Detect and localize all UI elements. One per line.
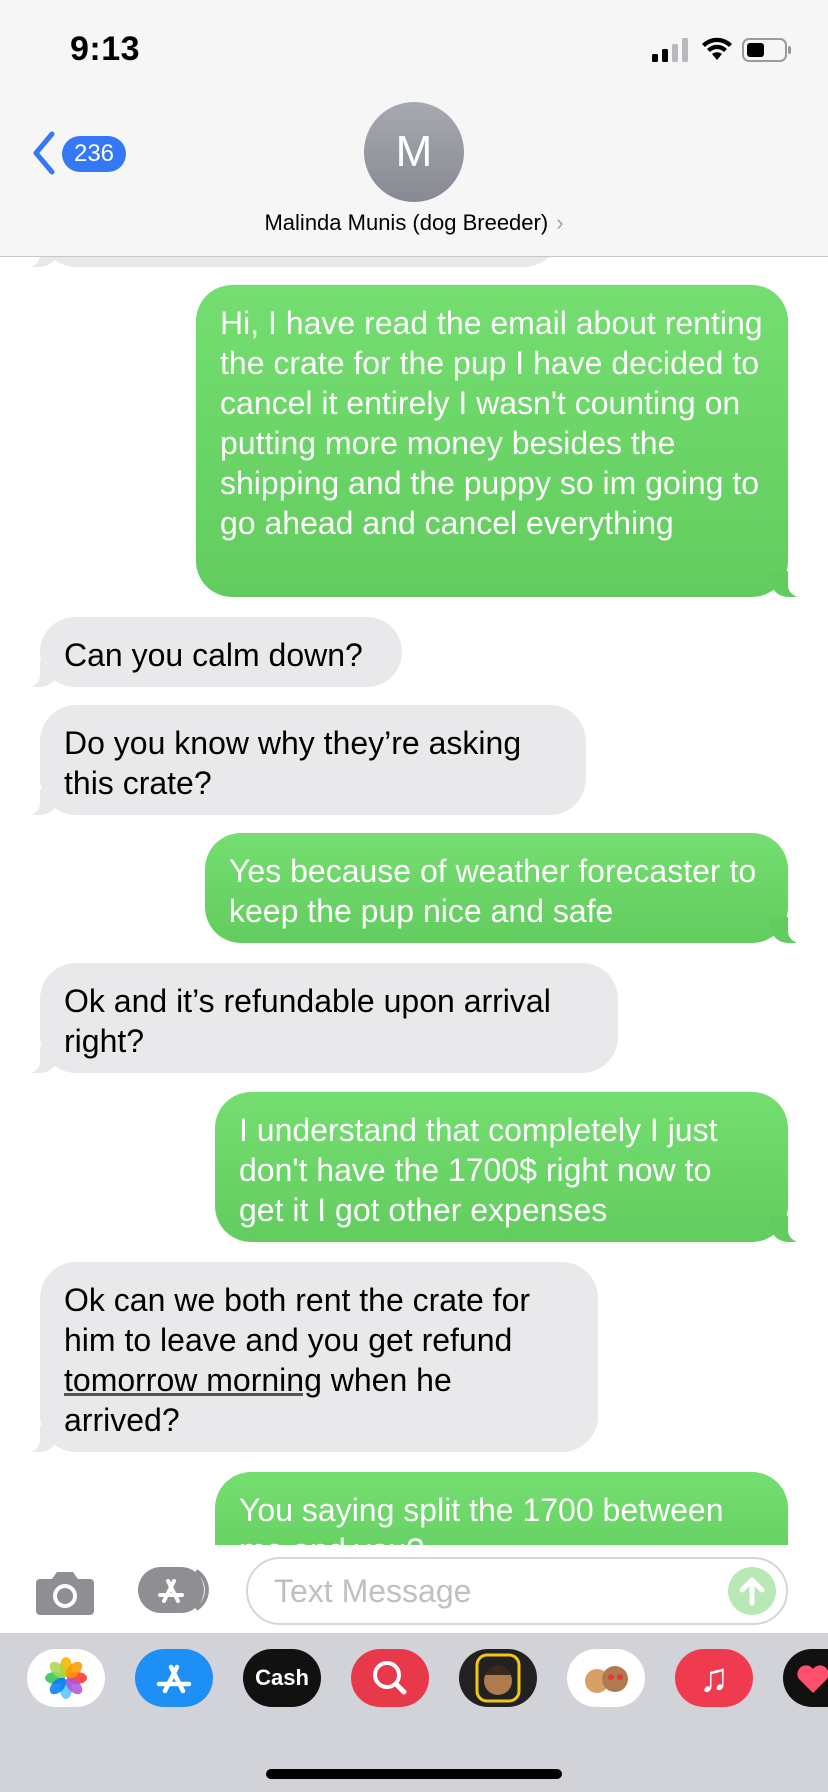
apple-cash-label: Cash xyxy=(255,1665,309,1690)
chevron-left-icon xyxy=(33,131,55,175)
message-input[interactable]: Text Message xyxy=(246,1557,788,1625)
message-bubble-incoming[interactable]: Can you calm down? xyxy=(26,617,402,687)
arrow-up-icon[interactable] xyxy=(728,1567,776,1615)
message-bubble-outgoing[interactable]: I understand that completely I just don'… xyxy=(215,1092,802,1242)
message-bubble-outgoing[interactable]: Yes because of weather forecaster to kee… xyxy=(205,833,802,943)
unread-count-badge: 236 xyxy=(62,136,126,172)
message-bubble-outgoing[interactable]: You saying split the 1700 between me and… xyxy=(215,1472,788,1545)
navigation-header: 9:13 236 M Malinda Munis (dog Breeder) › xyxy=(0,0,828,257)
message-bubble-incoming[interactable]: Ok and it’s refundable upon arrival righ… xyxy=(26,963,618,1073)
message-input-placeholder: Text Message xyxy=(274,1573,472,1609)
images-search-icon[interactable] xyxy=(351,1649,429,1707)
send-arrow-glyph xyxy=(739,1577,765,1606)
contact-name[interactable]: Malinda Munis (dog Breeder) › xyxy=(0,210,828,236)
heart-glyph xyxy=(797,1665,828,1693)
memoji-icon[interactable] xyxy=(459,1649,537,1707)
apple-cash-icon[interactable]: Cash xyxy=(243,1649,321,1707)
message-text-before: Ok can we both rent the crate for him to… xyxy=(64,1282,531,1358)
message-text: Can you calm down? xyxy=(64,637,363,673)
message-bubble-outgoing[interactable]: Hi, I have read the email about renting … xyxy=(196,285,802,597)
animoji-stickers-icon[interactable] xyxy=(567,1649,645,1707)
wifi-icon xyxy=(702,37,732,60)
chevron-right-icon: › xyxy=(556,210,564,235)
music-note-glyph: ♫ xyxy=(699,1656,729,1700)
contact-name-label: Malinda Munis (dog Breeder) xyxy=(264,210,549,235)
stickers-faces-glyph xyxy=(585,1666,628,1693)
status-time: 9:13 xyxy=(70,30,141,68)
message-bubble-incoming[interactable]: Do you know why they’re asking this crat… xyxy=(26,705,586,815)
message-bubble-incoming[interactable]: Ok can we both rent the crate for him to… xyxy=(26,1262,598,1452)
message-text: I understand that completely I just don'… xyxy=(239,1112,718,1228)
message-text: Do you know why they’re asking this crat… xyxy=(64,725,522,801)
date-link[interactable]: tomorrow morning xyxy=(64,1362,322,1398)
message-text: You saying split the 1700 between me and… xyxy=(239,1492,724,1545)
contact-avatar[interactable]: M xyxy=(364,102,464,202)
digital-touch-icon[interactable] xyxy=(783,1649,828,1707)
camera-icon[interactable] xyxy=(34,1567,96,1617)
back-button[interactable]: 236 xyxy=(30,128,134,178)
message-text: Ok and it’s refundable upon arrival righ… xyxy=(64,983,551,1059)
app-store-icon[interactable] xyxy=(135,1649,213,1707)
memoji-face-glyph xyxy=(475,1653,521,1703)
battery-icon xyxy=(742,38,791,62)
globe-search-glyph xyxy=(373,1661,407,1695)
app-store-glyph xyxy=(156,1664,192,1694)
compose-bar: Text Message xyxy=(0,1545,828,1633)
home-indicator[interactable] xyxy=(266,1769,562,1779)
app-store-icon[interactable] xyxy=(138,1565,214,1615)
message-text: Yes because of weather forecaster to kee… xyxy=(229,853,757,929)
message-text: Hi, I have read the email about renting … xyxy=(220,305,763,541)
imessage-app-drawer: Cash ♫ xyxy=(0,1633,828,1792)
photos-flower-glyph xyxy=(45,1657,87,1699)
photos-app-icon[interactable] xyxy=(27,1649,105,1707)
music-app-icon[interactable]: ♫ xyxy=(675,1649,753,1707)
cellular-signal-icon xyxy=(652,38,688,62)
